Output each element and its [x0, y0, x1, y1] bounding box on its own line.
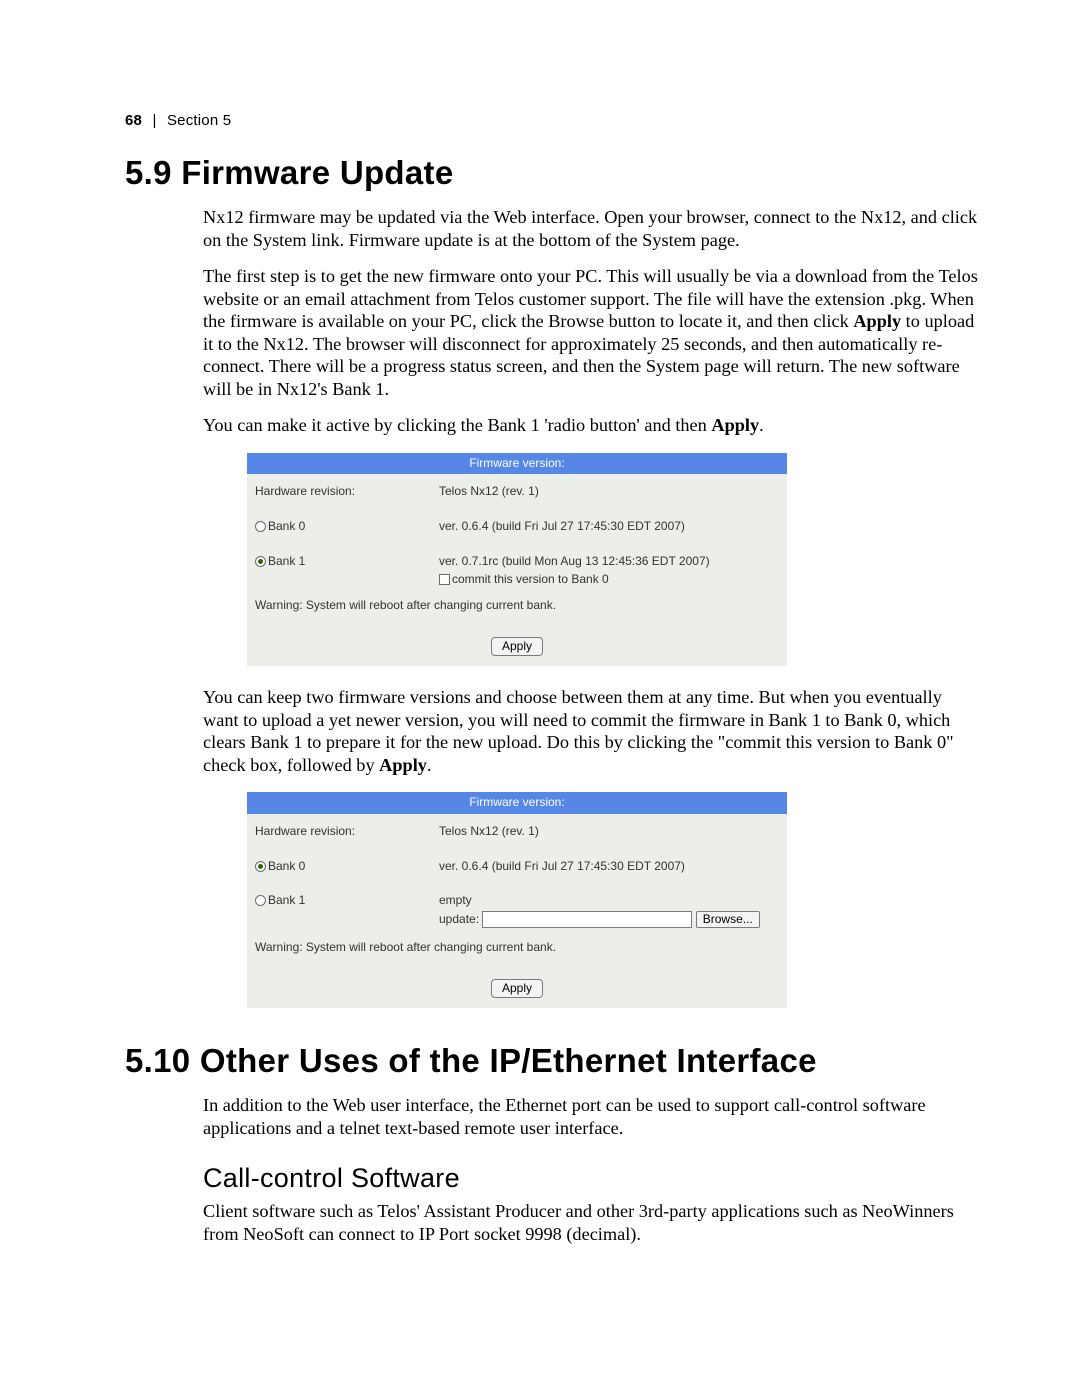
subsection-call-control-title: Call-control Software: [203, 1163, 980, 1194]
page-content: 5.9 Firmware Update Nx12 firmware may be…: [125, 110, 980, 1245]
panel2-warning: Warning: System will reboot after changi…: [247, 938, 787, 973]
s59-paragraph-1: Nx12 firmware may be updated via the Web…: [203, 206, 980, 251]
radio-bank1-unchecked-icon[interactable]: [255, 895, 266, 906]
panel1-bank0-label: Bank 0: [247, 509, 431, 544]
subsection-call-control-body: Client software such as Telos' Assistant…: [203, 1200, 980, 1245]
panel1-hw-value: Telos Nx12 (rev. 1): [431, 474, 787, 509]
section-label: Section 5: [167, 112, 231, 129]
commit-checkbox-icon[interactable]: [439, 574, 450, 585]
s59-paragraph-4: You can keep two firmware versions and c…: [203, 686, 980, 776]
panel2-bank1-value: empty update: Browse...: [431, 883, 787, 938]
s59-paragraph-3: You can make it active by clicking the B…: [203, 414, 980, 437]
panel2-bank0-label: Bank 0: [247, 849, 431, 884]
s510-paragraph-2: Client software such as Telos' Assistant…: [203, 1200, 980, 1245]
apply-button[interactable]: Apply: [491, 979, 543, 998]
radio-bank0-unchecked-icon[interactable]: [255, 521, 266, 532]
running-header: 68 | Section 5: [125, 112, 231, 129]
section-5-10-title: 5.10 Other Uses of the IP/Ethernet Inter…: [125, 1042, 980, 1080]
panel1-apply-row: Apply: [247, 631, 787, 666]
panel1-header: Firmware version:: [247, 453, 787, 475]
header-separator: |: [146, 112, 162, 129]
update-file-input[interactable]: [482, 911, 692, 928]
firmware-panel-2: Firmware version: Hardware revision: Tel…: [247, 792, 980, 1008]
document-page: 68 | Section 5 5.9 Firmware Update Nx12 …: [0, 0, 1080, 1397]
panel2-hw-value: Telos Nx12 (rev. 1): [431, 814, 787, 849]
apply-button[interactable]: Apply: [491, 637, 543, 656]
panel2-apply-row: Apply: [247, 973, 787, 1008]
section-5-9-title: 5.9 Firmware Update: [125, 154, 980, 192]
panel2-bank1-label: Bank 1: [247, 883, 431, 938]
panel1-bank1-label: Bank 1: [247, 544, 431, 597]
firmware-table-2: Firmware version: Hardware revision: Tel…: [247, 792, 787, 1008]
panel1-bank0-value: ver. 0.6.4 (build Fri Jul 27 17:45:30 ED…: [431, 509, 787, 544]
s59-paragraph-2: The first step is to get the new firmwar…: [203, 265, 980, 400]
radio-bank1-checked-icon[interactable]: [255, 556, 266, 567]
browse-button[interactable]: Browse...: [696, 911, 760, 928]
radio-bank0-checked-icon[interactable]: [255, 861, 266, 872]
panel1-hw-label: Hardware revision:: [247, 474, 431, 509]
panel1-bank1-value: ver. 0.7.1rc (build Mon Aug 13 12:45:36 …: [431, 544, 787, 597]
panel2-hw-label: Hardware revision:: [247, 814, 431, 849]
firmware-panel-1: Firmware version: Hardware revision: Tel…: [247, 453, 980, 667]
page-number: 68: [125, 112, 142, 129]
panel2-bank0-value: ver. 0.6.4 (build Fri Jul 27 17:45:30 ED…: [431, 849, 787, 884]
section-5-9-body: Nx12 firmware may be updated via the Web…: [203, 206, 980, 1008]
firmware-table-1: Firmware version: Hardware revision: Tel…: [247, 453, 787, 667]
section-5-10-body: In addition to the Web user interface, t…: [203, 1094, 980, 1139]
panel2-header: Firmware version:: [247, 792, 787, 814]
s510-paragraph-1: In addition to the Web user interface, t…: [203, 1094, 980, 1139]
panel1-warning: Warning: System will reboot after changi…: [247, 596, 787, 631]
